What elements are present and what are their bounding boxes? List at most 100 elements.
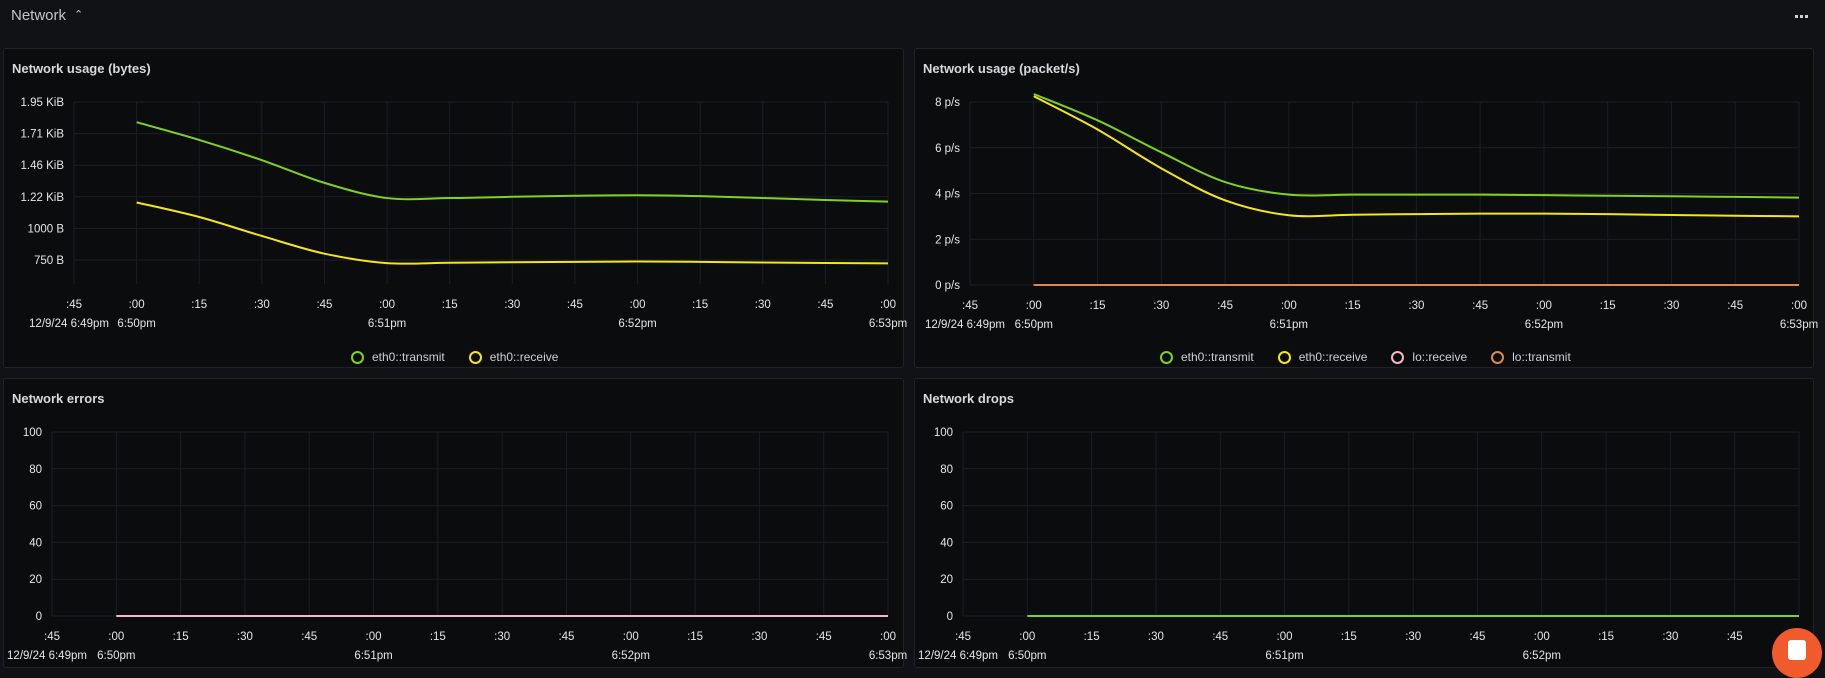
x-tick-label: :30 xyxy=(1148,631,1164,643)
x-date-label: 6:53pm xyxy=(869,650,907,662)
chat-icon xyxy=(1788,640,1806,660)
x-tick-label: :45 xyxy=(44,631,60,643)
x-date-label: 6:51pm xyxy=(354,650,392,662)
x-tick-label: :30 xyxy=(504,299,520,311)
x-tick-label: :15 xyxy=(687,631,703,643)
y-tick-label: 100 xyxy=(934,427,953,439)
x-tick-label: :30 xyxy=(1408,300,1424,312)
y-tick-label: 60 xyxy=(29,501,42,513)
x-date-label: 12/9/24 6:49pm xyxy=(29,318,109,330)
panel-network-usage-packets: Network usage (packet/s) 0 p/s 2 p/s 4 p/s… xyxy=(914,48,1818,368)
x-tick-label: :45 xyxy=(1212,631,1228,643)
x-date-label: 6:50pm xyxy=(1008,650,1046,662)
x-tick-label: :45 xyxy=(558,631,574,643)
panel-network-usage-bytes: Network usage (bytes) 750 B 1000 B 1.22 Ki… xyxy=(3,48,908,368)
x-tick-label: :30 xyxy=(494,631,510,643)
x-date-label: 6:52pm xyxy=(1523,650,1561,662)
x-tick-label: :30 xyxy=(254,299,270,311)
y-tick-label: 100 xyxy=(23,427,42,439)
x-tick-label: :45 xyxy=(1727,631,1743,643)
x-date-label: 6:50pm xyxy=(97,650,135,662)
y-tick-label: 80 xyxy=(29,464,42,476)
legend-item[interactable]: eth0::transmit xyxy=(1160,350,1254,364)
x-tick-label: :15 xyxy=(1598,631,1614,643)
x-date-label: 6:50pm xyxy=(1015,319,1053,331)
x-tick-label: :00 xyxy=(1791,300,1807,312)
x-date-label: 6:53pm xyxy=(1780,319,1818,331)
legend-marker-icon xyxy=(1160,350,1173,364)
x-tick-label: :45 xyxy=(567,299,583,311)
legend-label: eth0::receive xyxy=(1298,350,1368,364)
x-tick-label: :45 xyxy=(1727,300,1743,312)
x-tick-label: :00 xyxy=(880,299,896,311)
legend-marker-icon xyxy=(1491,350,1505,364)
y-tick-label: 1.71 KiB xyxy=(21,129,65,141)
y-tick-label: 20 xyxy=(940,574,953,586)
section-toggle[interactable]: Network ⌃ xyxy=(11,7,83,24)
more-dot xyxy=(1799,14,1803,18)
x-tick-label: :15 xyxy=(173,631,189,643)
x-tick-label: :30 xyxy=(755,299,771,311)
x-tick-label: :45 xyxy=(1469,631,1485,643)
x-date-label: 6:51pm xyxy=(1270,319,1308,331)
x-tick-label: :45 xyxy=(817,299,833,311)
x-tick-label: :00 xyxy=(880,631,896,643)
more-options-button[interactable] xyxy=(1790,8,1812,24)
x-tick-label: :30 xyxy=(1663,300,1679,312)
legend-label: eth0::transmit xyxy=(1181,350,1254,364)
x-tick-label: :30 xyxy=(1153,300,1169,312)
y-tick-label: 40 xyxy=(940,537,953,549)
y-tick-label: 0 xyxy=(947,611,953,623)
x-tick-label: :45 xyxy=(1472,300,1488,312)
legend-label: eth0::receive xyxy=(489,350,559,364)
legend-item[interactable]: eth0::transmit xyxy=(351,350,445,364)
y-tick-label: 80 xyxy=(940,464,953,476)
x-date-label: 6:51pm xyxy=(368,318,406,330)
x-tick-label: :00 xyxy=(623,631,639,643)
x-tick-label: :45 xyxy=(66,299,82,311)
more-horizontal-icon xyxy=(1794,14,1798,18)
section-title: Network xyxy=(11,7,67,24)
y-tick-label: 6 p/s xyxy=(935,143,960,155)
x-date-label: 12/9/24 6:49pm xyxy=(7,650,87,662)
x-tick-label: :00 xyxy=(1277,631,1293,643)
x-tick-label: :30 xyxy=(751,631,767,643)
x-date-label: 6:52pm xyxy=(1525,319,1563,331)
legend-item[interactable]: lo::transmit xyxy=(1491,350,1571,364)
y-tick-label: 1.22 KiB xyxy=(21,192,65,204)
legend-item[interactable]: eth0::receive xyxy=(1277,350,1368,364)
panel-network-errors: Network errors 0 20 40 60 80 100:45:00:15:30:… xyxy=(3,378,907,668)
y-tick-label: 1.46 KiB xyxy=(21,160,65,172)
x-tick-label: :45 xyxy=(962,300,978,312)
y-tick-label: 40 xyxy=(29,537,42,549)
x-tick-label: :30 xyxy=(1405,631,1421,643)
legend-item[interactable]: lo::receive xyxy=(1391,350,1467,364)
legend-marker-icon xyxy=(351,350,364,364)
y-tick-label: 2 p/s xyxy=(935,234,960,246)
legend-label: lo::transmit xyxy=(1512,350,1571,364)
x-tick-label: :15 xyxy=(1084,631,1100,643)
more-dot xyxy=(1804,14,1808,18)
chart-svg: 750 B 1000 B 1.22 KiB 1.46 KiB 1.71 KiB 1.95 … xyxy=(21,97,908,330)
legend-item[interactable]: eth0::receive xyxy=(468,350,559,364)
y-tick-label: 8 p/s xyxy=(935,97,960,109)
chevron-up-icon: ⌃ xyxy=(74,9,84,21)
x-tick-label: :15 xyxy=(442,299,458,311)
chart-legend: eth0::transmit eth0::receive lo::receive lo… xyxy=(1160,350,1571,364)
legend-label: eth0::transmit xyxy=(372,350,445,364)
chart-svg: 0 20 40 60 80 100:45:00:15:30:45:00:15:30:45:… xyxy=(7,427,907,662)
y-tick-label: 0 p/s xyxy=(935,280,960,292)
x-tick-label: :45 xyxy=(1217,300,1233,312)
legend-marker-icon xyxy=(1277,350,1291,364)
x-date-label: 6:51pm xyxy=(1265,650,1303,662)
x-tick-label: :00 xyxy=(1026,300,1042,312)
chat-button[interactable] xyxy=(1772,628,1822,678)
x-date-label: 6:52pm xyxy=(618,318,656,330)
y-tick-label: 1.95 KiB xyxy=(21,97,65,109)
chart-svg: 0 p/s 2 p/s 4 p/s 6 p/s 8 p/s:45:00:15:30:45… xyxy=(925,93,1818,331)
x-tick-label: :00 xyxy=(366,631,382,643)
chart-svg: 0 20 40 60 80 100:45:00:15:30:45:00:15:30:45:… xyxy=(918,427,1818,662)
legend-marker-icon xyxy=(468,350,482,364)
x-tick-label: :45 xyxy=(955,631,971,643)
x-date-label: 6:52pm xyxy=(612,650,650,662)
